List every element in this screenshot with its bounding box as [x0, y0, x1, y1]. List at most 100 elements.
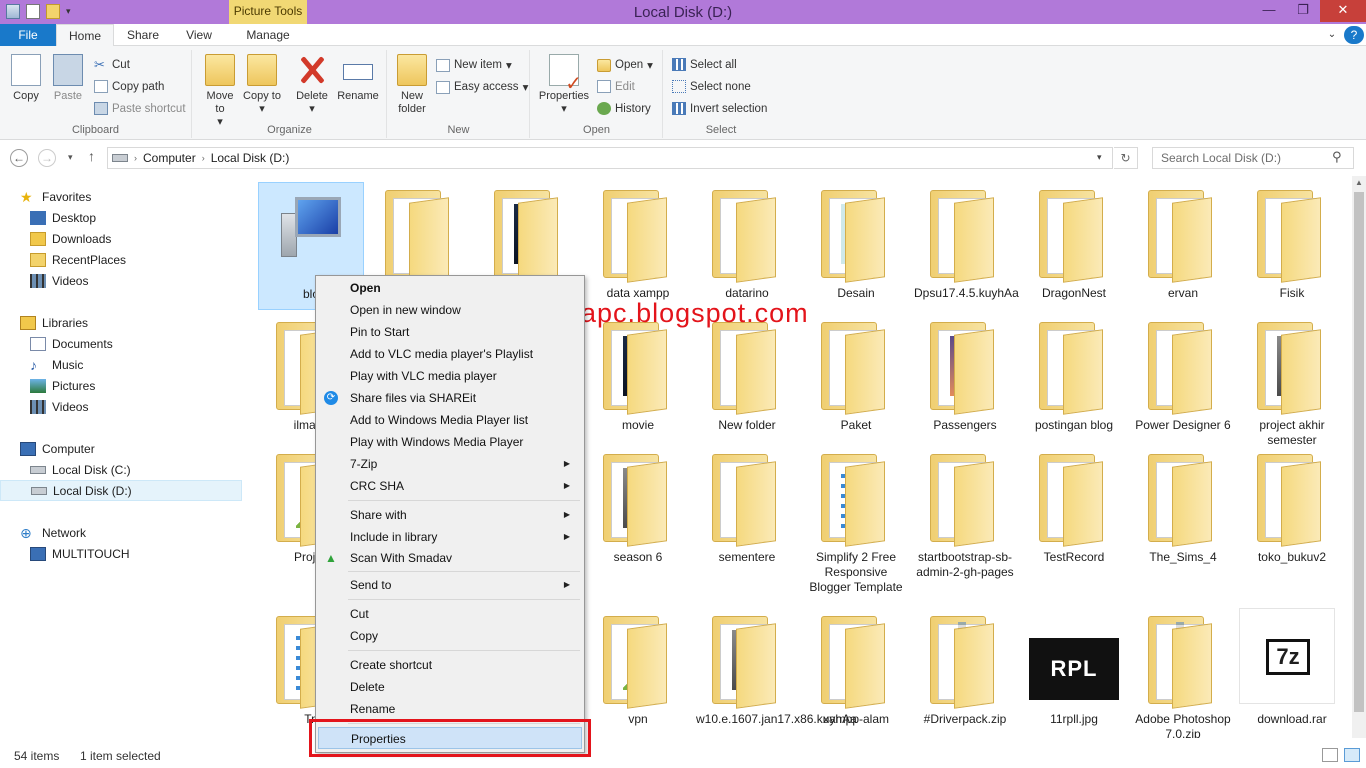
menu-wmp-add[interactable]: Add to Windows Media Player list	[318, 409, 582, 431]
new-item-button[interactable]: New item ▾	[436, 58, 512, 72]
tab-share[interactable]: Share	[118, 24, 168, 46]
file-item[interactable]: Dpsu17.4.5.kuyhAa	[912, 182, 1019, 310]
breadcrumb-computer[interactable]: Computer	[143, 151, 196, 165]
expand-ribbon-icon[interactable]: ⌄	[1322, 24, 1342, 46]
new-folder-button[interactable]: New folder	[394, 54, 430, 116]
up-arrow-icon[interactable]: ↑	[88, 148, 95, 164]
rename-button[interactable]: Rename	[335, 54, 381, 103]
scroll-up-icon[interactable]: ▲	[1355, 178, 1363, 187]
menu-rename[interactable]: Rename	[318, 698, 582, 720]
invert-selection-button[interactable]: Invert selection	[672, 102, 767, 115]
tab-home[interactable]: Home	[56, 24, 114, 47]
easy-access-button[interactable]: Easy access ▾	[436, 80, 528, 94]
search-icon[interactable]: ⚲	[1332, 149, 1342, 165]
history-button[interactable]: History	[597, 102, 651, 115]
file-item[interactable]: #Driverpack.zip	[912, 608, 1018, 736]
tab-manage[interactable]: Manage	[232, 24, 304, 46]
delete-button[interactable]: Delete ▾	[293, 54, 331, 116]
menu-scan-smadav[interactable]: ▲ Scan With Smadav	[318, 547, 582, 569]
copy-path-button[interactable]: Copy path	[94, 80, 164, 93]
file-item[interactable]: sementere	[694, 446, 800, 574]
file-item[interactable]: Passengers	[912, 314, 1018, 442]
address-box[interactable]: › Computer › Local Disk (D:)	[107, 147, 1113, 169]
breadcrumb-local-disk-d[interactable]: Local Disk (D:)	[211, 151, 290, 165]
copy-button[interactable]: Copy	[6, 54, 46, 103]
nav-network[interactable]: ⊕ Network	[0, 522, 242, 543]
file-item[interactable]: 7z download.rar	[1239, 608, 1345, 736]
nav-favorites[interactable]: ★ Favorites	[0, 186, 242, 207]
nav-libraries[interactable]: Libraries	[0, 312, 242, 333]
menu-shareit[interactable]: ⟳ Share files via SHAREit	[318, 387, 582, 409]
file-item[interactable]: vpn	[585, 608, 691, 736]
menu-open[interactable]: Open	[318, 277, 582, 299]
chevron-right-icon[interactable]: ›	[202, 153, 205, 163]
tab-file[interactable]: File	[0, 24, 56, 46]
nav-videos[interactable]: Videos	[0, 270, 242, 291]
recent-locations-chevron-icon[interactable]: ▾	[68, 152, 73, 163]
nav-recent-places[interactable]: RecentPlaces	[0, 249, 242, 270]
file-item[interactable]: w10.e.1607.jan17.x86.kuyhAa	[694, 608, 857, 736]
file-item[interactable]: Desain	[803, 182, 909, 310]
file-item[interactable]: Simplify 2 Free Responsive Blogger Templ…	[803, 446, 909, 594]
file-item[interactable]: New folder	[694, 314, 800, 442]
nav-music[interactable]: ♪ Music	[0, 354, 242, 375]
file-item[interactable]: TestRecord	[1021, 446, 1127, 574]
file-item[interactable]: Power Designer 6	[1130, 314, 1236, 442]
file-item[interactable]: datarino	[694, 182, 800, 310]
paste-button[interactable]: Paste	[48, 54, 88, 103]
edit-button[interactable]: Edit	[597, 80, 635, 93]
file-item[interactable]: movie	[585, 314, 691, 442]
file-item[interactable]: startbootstrap-sb-admin-2-gh-pages	[912, 446, 1018, 579]
file-item[interactable]: Adobe Photoshop 7.0.zip	[1130, 608, 1236, 738]
menu-cut[interactable]: Cut	[318, 603, 582, 625]
file-item[interactable]: ervan	[1130, 182, 1236, 310]
refresh-icon[interactable]: ↻	[1114, 147, 1138, 169]
select-all-button[interactable]: Select all	[672, 58, 737, 71]
details-view-icon[interactable]	[1322, 748, 1338, 762]
menu-create-shortcut[interactable]: Create shortcut	[318, 654, 582, 676]
cut-button[interactable]: ✂ Cut	[94, 58, 130, 71]
address-dropdown-chevron-icon[interactable]: ▾	[1097, 152, 1102, 163]
menu-vlc-play[interactable]: Play with VLC media player	[318, 365, 582, 387]
file-item[interactable]: postingan blog	[1021, 314, 1127, 442]
back-arrow-icon[interactable]: ←	[10, 149, 28, 167]
nav-local-disk-c[interactable]: Local Disk (C:)	[0, 459, 242, 480]
nav-downloads[interactable]: Downloads	[0, 228, 242, 249]
file-item[interactable]: xampp-alam	[803, 608, 909, 736]
large-icons-view-icon[interactable]	[1344, 748, 1360, 762]
search-input[interactable]: Search Local Disk (D:)	[1152, 147, 1354, 169]
minimize-icon[interactable]: —	[1252, 0, 1286, 22]
file-item[interactable]: data xampp	[585, 182, 691, 310]
menu-open-new-window[interactable]: Open in new window	[318, 299, 582, 321]
nav-pictures[interactable]: Pictures	[0, 375, 242, 396]
file-item[interactable]: DragonNest	[1021, 182, 1127, 310]
menu-include-library[interactable]: Include in library ▶	[318, 526, 582, 548]
nav-documents[interactable]: Documents	[0, 333, 242, 354]
nav-desktop[interactable]: Desktop	[0, 207, 242, 228]
forward-arrow-icon[interactable]: →	[38, 149, 56, 167]
file-item[interactable]: project akhir semester	[1239, 314, 1345, 447]
vertical-scrollbar[interactable]: ▲	[1352, 176, 1366, 738]
nav-multitouch[interactable]: MULTITOUCH	[0, 543, 242, 564]
menu-copy[interactable]: Copy	[318, 625, 582, 647]
tab-view[interactable]: View	[172, 24, 226, 46]
menu-crc-sha[interactable]: CRC SHA ▶	[318, 475, 582, 497]
menu-send-to[interactable]: Send to ▶	[318, 574, 582, 596]
open-button[interactable]: Open ▾	[597, 58, 653, 72]
file-item[interactable]: Paket	[803, 314, 909, 442]
properties-button[interactable]: Properties▾	[535, 54, 593, 116]
select-none-button[interactable]: Select none	[672, 80, 751, 93]
menu-delete[interactable]: Delete	[318, 676, 582, 698]
menu-wmp-play[interactable]: Play with Windows Media Player	[318, 431, 582, 453]
close-icon[interactable]: ✕	[1320, 0, 1366, 22]
nav-local-disk-d[interactable]: Local Disk (D:)	[0, 480, 242, 501]
menu-vlc-add-playlist[interactable]: Add to VLC media player's Playlist	[318, 343, 582, 365]
nav-computer[interactable]: Computer	[0, 438, 242, 459]
menu-share-with[interactable]: Share with ▶	[318, 504, 582, 526]
move-to-button[interactable]: Move to ▾	[201, 54, 239, 129]
restore-icon[interactable]: ❐	[1286, 0, 1320, 22]
copy-to-button[interactable]: Copy to ▾	[243, 54, 281, 116]
file-item[interactable]: toko_bukuv2	[1239, 446, 1345, 574]
paste-shortcut-button[interactable]: Paste shortcut	[94, 102, 186, 115]
file-item[interactable]: season 6	[585, 446, 691, 574]
